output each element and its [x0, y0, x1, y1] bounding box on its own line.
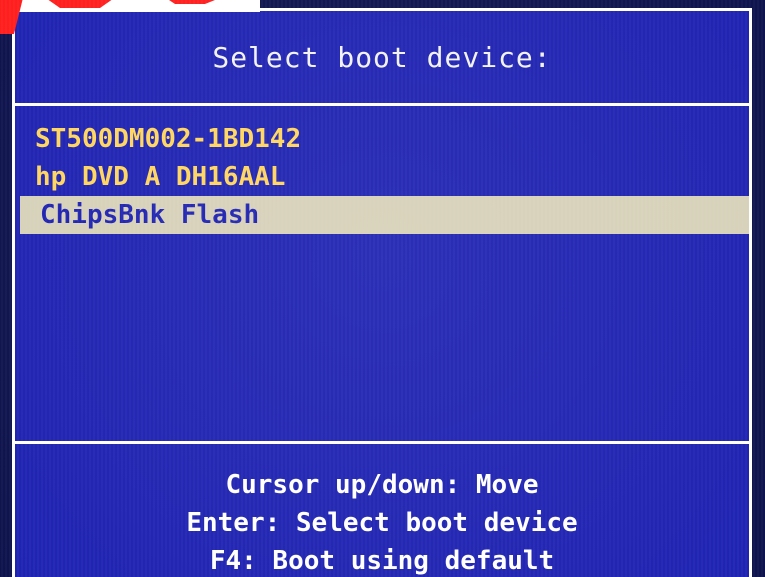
boot-device-item-flash-selected[interactable]: ChipsBnk Flash: [20, 196, 749, 234]
boot-device-item-dvd[interactable]: hp DVD A DH16AAL: [15, 158, 749, 196]
hint-default: F4: Boot using default: [209, 546, 555, 576]
menu-hints: Cursor up/down: Move Enter: Select boot …: [15, 441, 749, 577]
hint-move: Cursor up/down: Move: [225, 470, 539, 500]
hint-select: Enter: Select boot device: [186, 508, 578, 538]
boot-menu-panel: Select boot device: ST500DM002-1BD142 hp…: [12, 8, 752, 577]
menu-title: Select boot device:: [15, 11, 749, 106]
boot-device-list: ST500DM002-1BD142 hp DVD A DH16AAL Chips…: [15, 106, 749, 455]
boot-device-item-hdd[interactable]: ST500DM002-1BD142: [15, 120, 749, 158]
bios-screen: Select boot device: ST500DM002-1BD142 hp…: [0, 0, 765, 577]
